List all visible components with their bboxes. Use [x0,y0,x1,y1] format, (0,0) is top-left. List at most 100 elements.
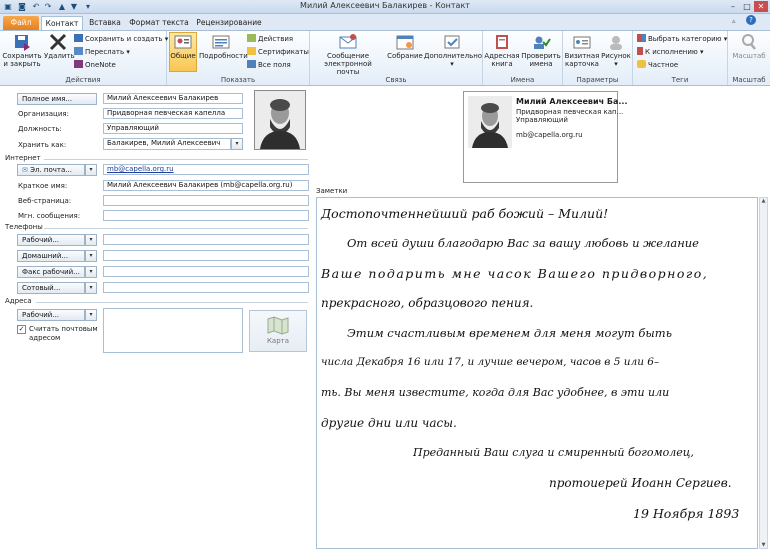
tab-review[interactable]: Рецензирование [193,16,265,30]
notes-line: Этим счастливым временем для меня могут … [347,326,672,340]
phone-home-dropdown-icon[interactable]: ▾ [85,250,97,262]
save-close-button[interactable]: Сохранить и закрыть [2,33,42,68]
notes-area[interactable]: Достопочтеннейший раб божий – Милий! От … [316,197,758,549]
notes-scrollbar[interactable]: ▲ ▼ [759,197,768,549]
email-message-button[interactable]: Сообщение электронной почты [312,33,384,76]
company-field[interactable]: Придворная певческая капелла [103,108,243,119]
phone-mobile-button[interactable]: Сотовый... [17,282,85,294]
certificates-button[interactable]: Сертификаты [247,47,309,57]
chevron-down-icon: ▾ [614,60,618,68]
phone-fax-dropdown-icon[interactable]: ▾ [85,266,97,278]
categorize-icon [637,34,646,42]
group-label-zoom: Масштаб [732,76,766,84]
phone-home-field[interactable] [103,250,309,261]
activities-button[interactable]: Действия [247,34,293,44]
tab-format-text[interactable]: Формат текста [128,16,190,30]
group-label-communicate: Связь [385,76,407,84]
address-section-label: Адреса [5,297,32,305]
tab-contact[interactable]: Контакт [41,16,83,30]
all-fields-icon [247,60,256,68]
phone-mobile-dropdown-icon[interactable]: ▾ [85,282,97,294]
company-label: Организация: [18,110,69,118]
full-name-field[interactable]: Милий Алексеевич Балакирев [103,93,243,104]
display-as-field[interactable]: Милий Алексеевич Балакирев (mb@capella.o… [103,180,309,191]
delete-icon [49,33,67,51]
tab-insert[interactable]: Вставка [85,16,125,30]
general-button[interactable]: Общие [169,32,197,72]
follow-up-button[interactable]: К исполнению ▾ [637,47,704,57]
save-new-button[interactable]: Сохранить и создать ▾ [74,34,168,44]
details-button[interactable]: Подробности [199,33,248,60]
notes-line: числа Декабря 16 или 17, и лучше вечером… [321,356,660,368]
picture-button[interactable]: Рисунок ▾ [601,33,631,68]
group-options: Визитная карточка Рисунок ▾ Параметры [563,31,633,85]
im-field[interactable] [103,210,309,221]
scroll-up-icon[interactable]: ▲ [760,198,767,204]
contact-photo[interactable] [254,90,306,150]
business-card-icon [573,36,591,49]
phone-fax-button[interactable]: Факс рабочий... [17,266,85,278]
ribbon-minimize-icon[interactable]: ▵ [732,17,736,25]
map-button[interactable]: Карта [249,310,307,352]
maximize-icon[interactable]: □ [740,1,754,12]
notes-line: ть. Вы меня известите, когда для Вас удо… [321,386,670,399]
notes-line: другие дни или часы. [321,416,457,430]
email-field[interactable]: mb@capella.org.ru [103,164,309,175]
group-label-names: Имена [510,76,535,84]
phone-work-dropdown-icon[interactable]: ▾ [85,234,97,246]
email-dropdown-icon[interactable]: ▾ [85,164,97,176]
address-dropdown-icon[interactable]: ▾ [85,309,97,321]
address-type-button[interactable]: Рабочий... [17,309,85,321]
check-names-button[interactable]: Проверить имена [521,33,561,68]
more-icon [444,35,460,49]
lock-icon [637,60,646,68]
map-icon [267,316,289,335]
close-icon[interactable]: ✕ [754,1,768,12]
scroll-down-icon[interactable]: ▼ [760,542,767,548]
tab-file[interactable]: Файл [3,16,39,30]
delete-button[interactable]: Удалить [44,33,75,60]
phone-fax-field[interactable] [103,266,309,277]
card-name: Милий Алексеевич Ба... [516,97,628,106]
file-as-dropdown-icon[interactable]: ▾ [231,138,243,150]
phone-mobile-field[interactable] [103,282,309,293]
minimize-icon[interactable]: – [726,1,740,12]
address-textarea[interactable] [103,308,243,353]
group-label-options: Параметры [576,76,619,84]
phone-work-button[interactable]: Рабочий... [17,234,85,246]
private-button[interactable]: Частное [637,60,678,70]
web-page-label: Веб-страница: [18,197,72,205]
more-button[interactable]: Дополнительно ▾ [424,33,482,68]
onenote-button[interactable]: OneNote [74,60,116,70]
meeting-button[interactable]: Собрание [386,33,424,60]
job-title-label: Должность: [18,125,62,133]
ribbon-tabs: Файл Контакт Вставка Формат текста Рецен… [0,14,770,30]
flag-icon [637,47,643,55]
all-fields-button[interactable]: Все поля [247,60,291,70]
email-button[interactable]: ✉ Эл. почта... [17,164,85,176]
zoom-button[interactable]: Масштаб [729,33,769,60]
file-as-field[interactable]: Балакирев, Милий Алексеевич [103,138,231,150]
notes-line: Ваше подарить мне часок Вашего придворно… [321,266,709,281]
phone-home-button[interactable]: Домашний... [17,250,85,262]
address-book-button[interactable]: Адресная книга [484,33,520,68]
business-card[interactable]: Милий Алексеевич Ба... Придворная певчес… [463,91,627,183]
card-portrait-image [468,96,512,148]
activities-icon [247,34,256,42]
help-icon[interactable]: ? [746,15,756,25]
group-label-show: Показать [220,76,256,84]
business-card-button[interactable]: Визитная карточка [564,33,600,68]
job-title-field[interactable]: Управляющий [103,123,243,134]
full-name-button[interactable]: Полное имя... [17,93,97,105]
forward-button[interactable]: Переслать ▾ [74,47,130,57]
meeting-icon [396,35,414,50]
categorize-button[interactable]: Выбрать категорию ▾ [637,34,727,44]
mailing-address-checkbox[interactable]: ✓ [17,325,26,334]
chevron-down-icon: ▾ [450,60,454,68]
display-as-label: Краткое имя: [18,182,68,190]
web-page-field[interactable] [103,195,309,206]
card-title: Управляющий [516,116,568,124]
phone-work-field[interactable] [103,234,309,245]
notes-line: 19 Ноября 1893 [633,506,740,521]
notes-line: Преданный Ваш слуга и смиренный богомоле… [413,446,694,459]
